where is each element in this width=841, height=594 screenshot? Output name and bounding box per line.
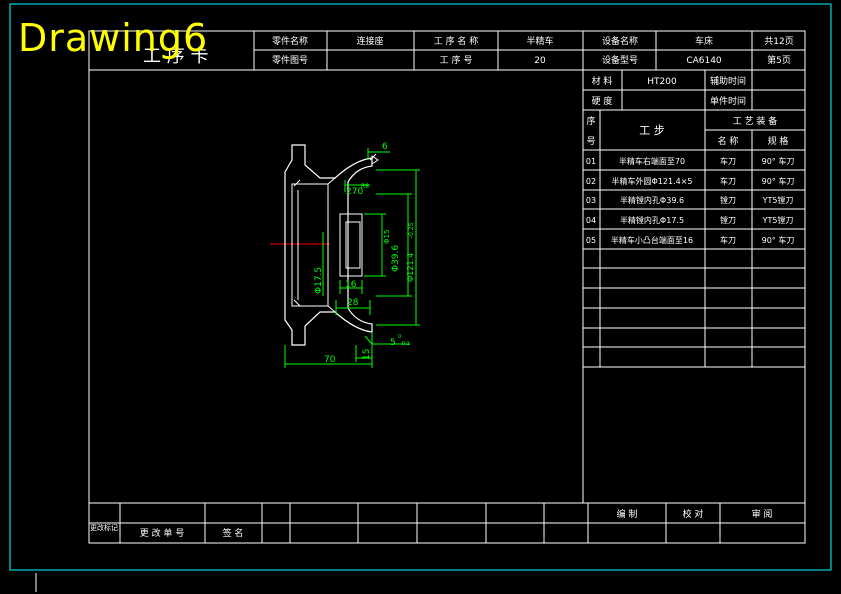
process-no-value: 20: [534, 56, 546, 66]
material-value: HT200: [647, 77, 677, 87]
step-desc: 半精镗内孔Φ17.5: [620, 215, 684, 225]
dim-6: 6: [382, 142, 388, 152]
dim-phi121-4: Φ121.4: [406, 253, 415, 282]
step-header: 工 步: [639, 124, 665, 137]
aux-time-label: 辅助时间: [710, 75, 746, 87]
drawing-tab-label[interactable]: Drawing6: [18, 16, 208, 60]
material-label: 材 料: [592, 75, 613, 87]
outer-frame: [9, 3, 832, 571]
dim-phi15: Φ15: [383, 230, 391, 244]
drawing-border: [88, 30, 806, 544]
page-number: 第5页: [767, 54, 791, 66]
part-name-value: 连接座: [356, 35, 383, 47]
step-tool: 车刀: [720, 235, 736, 245]
hardness-label: 硬 度: [592, 95, 613, 107]
step-desc: 半精车右端面至70: [619, 156, 685, 166]
dim-r8: R8: [361, 183, 369, 190]
equipment-header: 工 艺 装 备: [733, 115, 778, 127]
step-no: 05: [586, 236, 596, 245]
equipment-model-value: CA6140: [686, 56, 722, 66]
reviewed-label: 审 阅: [752, 508, 773, 520]
step-spec: YT5镗刀: [762, 195, 794, 205]
dim-phi17-5: Φ17.5: [314, 267, 324, 294]
step-tool: 镗刀: [720, 195, 736, 205]
bore-chamfer: [327, 177, 336, 313]
total-pages: 共12页: [764, 36, 793, 47]
step-spec: 90° 车刀: [762, 235, 795, 245]
dim-phi39-6: Φ39.6: [391, 245, 401, 272]
seq-header-bottom: 号: [586, 136, 595, 147]
unit-time-label: 单件时间: [710, 95, 746, 107]
step-spec: 90° 车刀: [762, 176, 795, 186]
compiled-label: 编 制: [617, 508, 638, 520]
dim-70: 70: [324, 355, 336, 365]
process-name-value: 半精车: [526, 35, 553, 47]
dim-28: 28: [347, 298, 359, 308]
dim-tol-5-lower: -0.1: [400, 341, 410, 347]
step-tool: 车刀: [720, 176, 736, 186]
part-number-label: 零件图号: [272, 54, 308, 66]
step-spec: 90° 车刀: [762, 156, 795, 166]
step-no: 02: [586, 177, 596, 186]
step-spec: YT5镗刀: [762, 215, 794, 225]
step-desc: 半精车外圆Φ121.4×5: [612, 176, 693, 186]
datum-marker: [371, 155, 379, 165]
dim-15: 15: [362, 349, 372, 360]
equipment-name-value: 车床: [695, 35, 713, 47]
change-mark-label: 更改标记: [90, 523, 118, 532]
step-no: 04: [586, 216, 596, 225]
steps-grid: [582, 70, 805, 503]
center-boss: [339, 213, 363, 277]
change-doc-label: 更 改 单 号: [140, 527, 185, 539]
seq-header-top: 序: [586, 115, 595, 127]
process-no-label: 工 序 号: [440, 54, 473, 66]
edge-marks: [293, 153, 377, 307]
dim-16: 16: [345, 280, 357, 290]
equipment-name-label: 设备名称: [602, 35, 638, 47]
steps-rows: 01 半精车右端面至70 车刀 90° 车刀 02 半精车外圆Φ121.4×5 …: [586, 156, 794, 245]
dim-tol-121: -0.25: [408, 222, 415, 238]
part-name-label: 零件名称: [272, 35, 308, 47]
step-no: 03: [586, 196, 596, 205]
drawing-canvas: 工 序 卡 零件名称 连接座 工 序 名 称 半精车 设备名称 车床 共12页 …: [9, 3, 832, 592]
step-desc: 半精镗内孔Φ39.6: [620, 195, 684, 205]
step-tool: 镗刀: [720, 215, 736, 225]
dim-tol-5-upper: 0: [398, 334, 401, 340]
step-no: 01: [586, 157, 596, 166]
process-name-label: 工 序 名 称: [434, 35, 479, 47]
part-drawing: 6 270 R8 Φ17.5 Φ15 Φ39.6 Φ121.4 -0.25 16…: [270, 142, 420, 368]
tool-name-header: 名 称: [718, 135, 739, 147]
footer-grid: [89, 502, 805, 543]
tool-spec-header: 规 格: [768, 135, 789, 147]
equipment-model-label: 设备型号: [602, 54, 638, 66]
signature-label: 签 名: [223, 527, 244, 539]
checked-label: 校 对: [683, 508, 704, 520]
step-desc: 半精车小凸台端面至16: [611, 235, 693, 245]
step-tool: 车刀: [720, 156, 736, 166]
dim-5: 5: [390, 338, 396, 348]
